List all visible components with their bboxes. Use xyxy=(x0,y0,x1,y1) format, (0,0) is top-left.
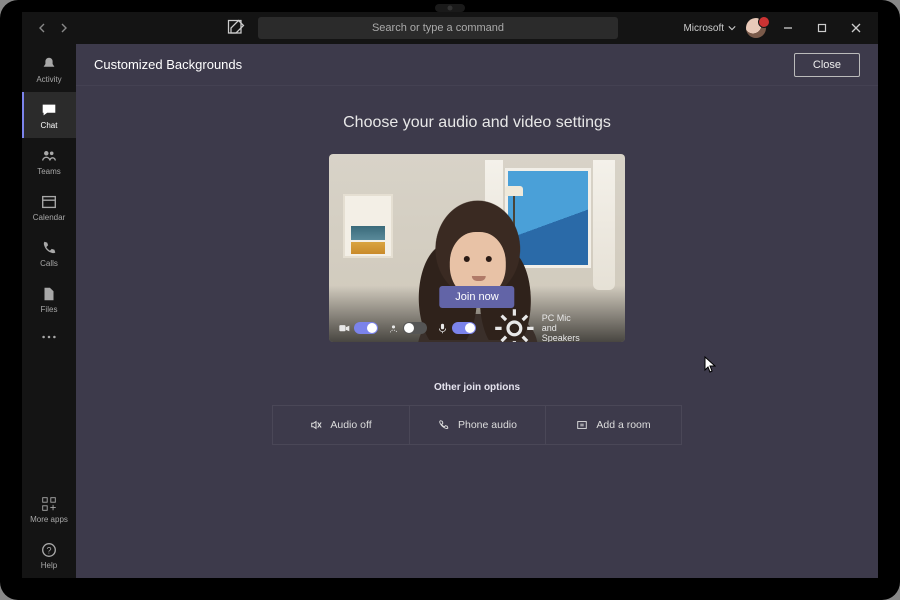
bell-icon xyxy=(40,55,58,73)
compose-icon xyxy=(226,18,246,38)
sidebar-item-label: Activity xyxy=(36,75,61,84)
device-camera xyxy=(435,4,465,12)
sidebar-more[interactable] xyxy=(22,322,76,352)
ellipsis-icon xyxy=(40,328,58,346)
gear-icon xyxy=(492,306,537,342)
device-settings-button[interactable]: PC Mic and Speakers xyxy=(492,306,584,342)
sidebar-item-label: Help xyxy=(41,561,57,570)
svg-text:?: ? xyxy=(46,545,51,555)
option-audio-off[interactable]: Audio off xyxy=(273,406,409,444)
history-nav xyxy=(28,18,74,38)
sidebar-item-teams[interactable]: Teams xyxy=(22,138,76,184)
file-icon xyxy=(40,285,58,303)
sidebar-item-more-apps[interactable]: More apps xyxy=(22,486,76,532)
forward-button[interactable] xyxy=(54,18,74,38)
sidebar-item-activity[interactable]: Activity xyxy=(22,46,76,92)
phone-icon xyxy=(438,419,450,431)
new-chat-button[interactable] xyxy=(226,18,246,38)
org-label: Microsoft xyxy=(683,23,724,34)
room-icon xyxy=(576,419,588,431)
back-button[interactable] xyxy=(32,18,52,38)
blur-icon xyxy=(388,323,399,334)
mic-toggle[interactable] xyxy=(437,322,476,334)
app-rail: Activity Chat Teams Calendar Calls xyxy=(22,44,76,578)
sidebar-item-label: Teams xyxy=(37,167,61,176)
mic-icon xyxy=(437,323,448,334)
sidebar-item-chat[interactable]: Chat xyxy=(22,92,76,138)
teams-icon xyxy=(40,147,58,165)
video-icon xyxy=(339,323,350,334)
sidebar-item-calls[interactable]: Calls xyxy=(22,230,76,276)
main-panel: Customized Backgrounds Close Choose your… xyxy=(76,44,878,578)
option-phone-audio[interactable]: Phone audio xyxy=(409,406,545,444)
phone-icon xyxy=(40,239,58,257)
option-label: Audio off xyxy=(330,419,371,431)
sidebar-item-label: Calls xyxy=(40,259,58,268)
toggle-switch xyxy=(354,322,378,334)
sidebar-item-label: Chat xyxy=(41,121,58,130)
panel-title: Customized Backgrounds xyxy=(94,57,242,72)
camera-toggle[interactable] xyxy=(339,322,378,334)
minimize-icon xyxy=(783,23,793,33)
help-icon: ? xyxy=(40,541,58,559)
preview-prop-curtain xyxy=(593,160,615,290)
maximize-button[interactable] xyxy=(810,18,834,38)
org-switcher[interactable]: Microsoft xyxy=(683,23,736,34)
speaker-off-icon xyxy=(310,419,322,431)
prejoin-heading: Choose your audio and video settings xyxy=(343,114,611,132)
chevron-right-icon xyxy=(59,23,69,33)
device-label: PC Mic and Speakers xyxy=(542,313,584,342)
search-input[interactable]: Search or type a command xyxy=(258,17,618,39)
option-add-room[interactable]: Add a room xyxy=(545,406,681,444)
option-label: Phone audio xyxy=(458,419,517,431)
sidebar-item-calendar[interactable]: Calendar xyxy=(22,184,76,230)
sidebar-item-help[interactable]: ? Help xyxy=(22,532,76,578)
sidebar-item-files[interactable]: Files xyxy=(22,276,76,322)
close-icon xyxy=(851,23,861,33)
sidebar-item-label: Files xyxy=(41,305,58,314)
option-label: Add a room xyxy=(596,419,650,431)
device-frame: Search or type a command Microsoft Activ… xyxy=(0,0,900,600)
titlebar: Search or type a command Microsoft xyxy=(22,12,878,44)
chevron-down-icon xyxy=(728,24,736,32)
panel-close-button[interactable]: Close xyxy=(794,53,860,77)
profile-avatar[interactable] xyxy=(746,18,766,38)
panel-header: Customized Backgrounds Close xyxy=(76,44,878,86)
video-preview: Join now xyxy=(329,154,625,342)
maximize-icon xyxy=(817,23,827,33)
chat-icon xyxy=(40,101,58,119)
toggle-switch xyxy=(403,322,427,334)
prejoin-content: Choose your audio and video settings xyxy=(76,86,878,578)
apps-icon xyxy=(40,495,58,513)
preview-prop-painting xyxy=(343,194,393,258)
other-options-heading: Other join options xyxy=(434,382,520,393)
app-window: Search or type a command Microsoft Activ… xyxy=(22,12,878,578)
search-placeholder: Search or type a command xyxy=(372,22,504,34)
sidebar-item-label: More apps xyxy=(30,515,68,524)
sidebar-item-label: Calendar xyxy=(33,213,65,222)
calendar-icon xyxy=(40,193,58,211)
preview-controls: PC Mic and Speakers xyxy=(329,314,625,342)
toggle-switch xyxy=(452,322,476,334)
other-options-row: Audio off Phone audio Add a room xyxy=(272,405,682,445)
window-close-button[interactable] xyxy=(844,18,868,38)
chevron-left-icon xyxy=(37,23,47,33)
minimize-button[interactable] xyxy=(776,18,800,38)
background-blur-toggle[interactable] xyxy=(388,322,427,334)
